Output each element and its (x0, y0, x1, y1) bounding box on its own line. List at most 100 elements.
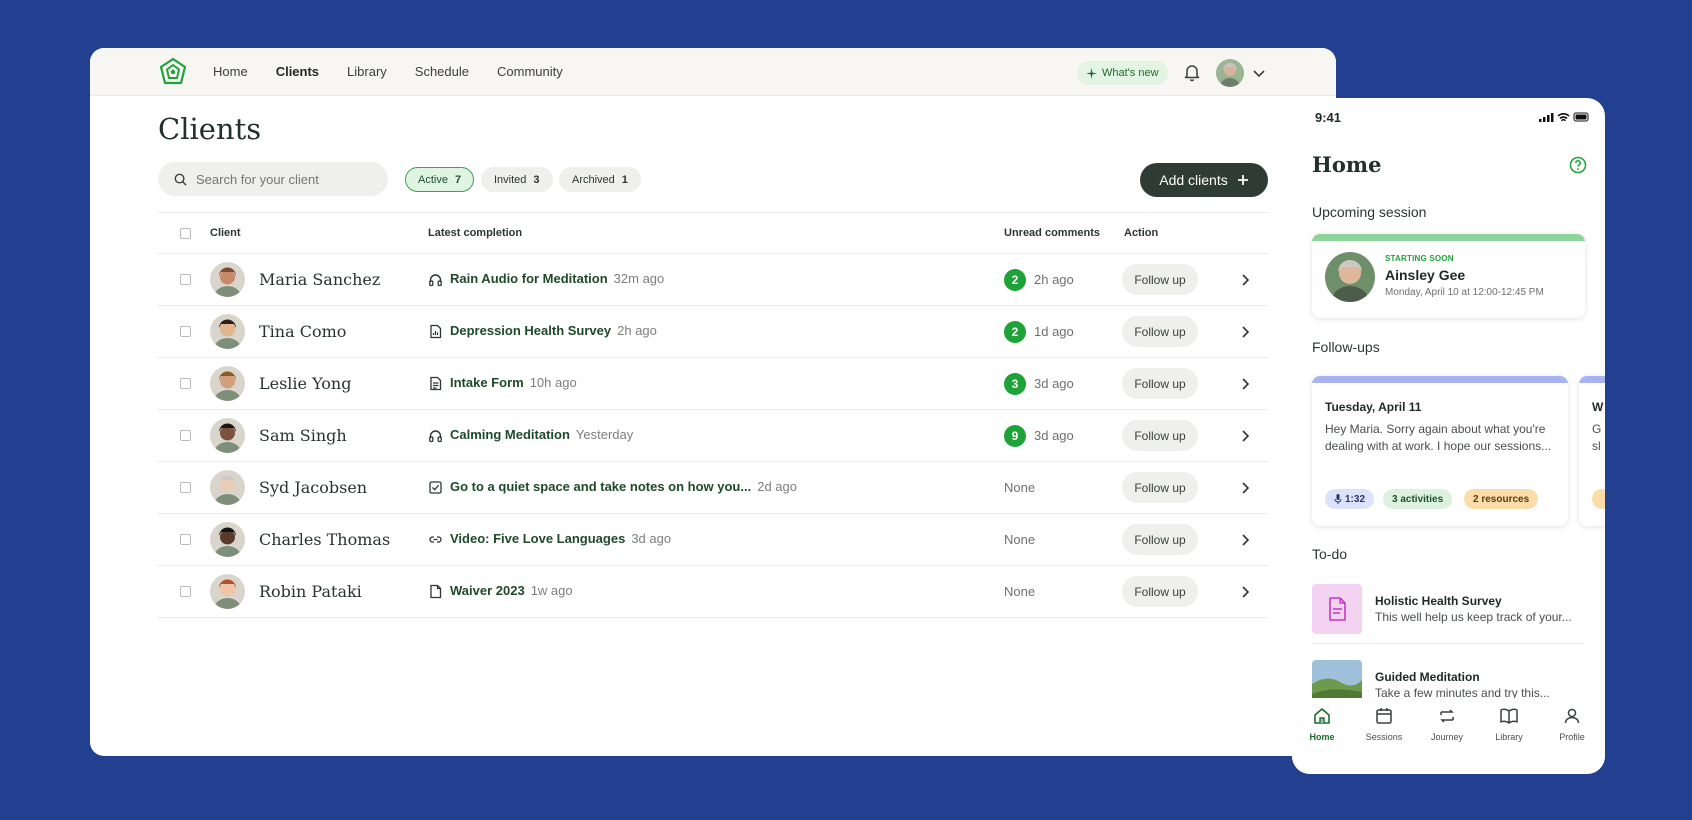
row-checkbox[interactable] (180, 378, 191, 389)
latest-completion[interactable]: Depression Health Survey 2h ago (450, 323, 657, 338)
link-icon (429, 536, 442, 543)
follow-up-button[interactable]: Follow up (1122, 420, 1198, 451)
tab-journey[interactable]: Journey (1417, 706, 1477, 742)
latest-completion[interactable]: Intake Form 10h ago (450, 375, 577, 390)
header-client: Client (210, 227, 241, 239)
filter-count: 3 (533, 173, 540, 186)
latest-completion[interactable]: Rain Audio for Meditation 32m ago (450, 271, 664, 286)
select-all-checkbox[interactable] (180, 228, 191, 239)
chevron-right-icon[interactable] (1238, 585, 1252, 599)
table-row[interactable]: Sam Singh Calming Meditation Yesterday 9 … (158, 410, 1268, 462)
table-row[interactable]: Robin Pataki Waiver 2023 1w ago None Foll… (158, 566, 1268, 618)
latest-completion[interactable]: Waiver 2023 1w ago (450, 583, 573, 598)
home-icon (1314, 708, 1330, 724)
unread-none: None (1004, 584, 1036, 599)
follow-up-button[interactable]: Follow up (1122, 316, 1198, 347)
bottom-tab-bar: Home Sessions Journey Library Profile (1292, 698, 1605, 774)
chevron-right-icon[interactable] (1238, 377, 1252, 391)
client-name[interactable]: Robin Pataki (259, 582, 362, 601)
row-checkbox[interactable] (180, 534, 191, 545)
session-avatar (1325, 252, 1375, 302)
followup-date: W (1592, 400, 1604, 414)
follow-up-button[interactable]: Follow up (1122, 472, 1198, 503)
table-row[interactable]: Syd Jacobsen Go to a quiet space and tak… (158, 462, 1268, 514)
nav-schedule[interactable]: Schedule (415, 64, 469, 79)
followup-bar (1312, 376, 1568, 383)
follow-up-button[interactable]: Follow up (1122, 264, 1198, 295)
follow-up-button[interactable]: Follow up (1122, 368, 1198, 399)
nav-clients[interactable]: Clients (276, 64, 319, 79)
table-row[interactable]: Maria Sanchez Rain Audio for Meditation 3… (158, 254, 1268, 306)
unread-time: 3d ago (1034, 376, 1074, 391)
journey-icon (1440, 709, 1454, 723)
filter-count: 1 (621, 173, 628, 186)
tab-profile[interactable]: Profile (1542, 706, 1602, 742)
client-name[interactable]: Leslie Yong (259, 374, 351, 393)
table-row[interactable]: Leslie Yong Intake Form 10h ago 3 3d ago … (158, 358, 1268, 410)
help-icon[interactable] (1569, 156, 1587, 174)
resources-chip[interactable] (1592, 489, 1605, 509)
filter-invited[interactable]: Invited 3 (481, 167, 553, 192)
client-name[interactable]: Syd Jacobsen (259, 478, 367, 497)
avatar (210, 314, 245, 349)
nav-home[interactable]: Home (213, 64, 248, 79)
followup-card[interactable]: Tuesday, April 11 Hey Maria. Sorry again… (1312, 376, 1568, 526)
logo-icon[interactable] (158, 57, 188, 87)
table-row[interactable]: Tina Como Depression Health Survey 2h ago… (158, 306, 1268, 358)
tab-label: Sessions (1365, 732, 1403, 742)
chevron-right-icon[interactable] (1238, 533, 1252, 547)
add-clients-button[interactable]: Add clients (1140, 163, 1268, 197)
header-latest-completion: Latest completion (428, 227, 523, 239)
chevron-right-icon[interactable] (1238, 429, 1252, 443)
latest-completion[interactable]: Video: Five Love Languages 3d ago (450, 531, 671, 546)
session-bar (1312, 234, 1585, 241)
row-checkbox[interactable] (180, 274, 191, 285)
latest-completion[interactable]: Go to a quiet space and take notes on ho… (450, 479, 797, 494)
avatar (210, 574, 245, 609)
search-input[interactable] (196, 171, 376, 187)
survey-icon (430, 324, 442, 339)
row-checkbox[interactable] (180, 482, 191, 493)
chevron-right-icon[interactable] (1238, 481, 1252, 495)
client-name[interactable]: Tina Como (259, 322, 346, 341)
chevron-down-icon[interactable] (1252, 66, 1266, 80)
tab-home[interactable]: Home (1292, 706, 1352, 742)
unread-count-badge: 3 (1004, 373, 1026, 395)
audio-chip[interactable]: 1:32 (1325, 489, 1375, 509)
activity-time: 2h ago (617, 323, 657, 338)
filter-archived[interactable]: Archived 1 (559, 167, 641, 192)
unread-time: 2h ago (1034, 272, 1074, 287)
nav-community[interactable]: Community (497, 64, 563, 79)
todo-item[interactable]: Holistic Health Survey This well help us… (1312, 584, 1585, 644)
chevron-right-icon[interactable] (1238, 273, 1252, 287)
client-name[interactable]: Sam Singh (259, 426, 347, 445)
search-box[interactable] (158, 162, 388, 196)
followup-card-next[interactable]: W G sl (1579, 376, 1605, 526)
person-icon (1564, 708, 1580, 724)
client-name[interactable]: Maria Sanchez (259, 270, 380, 289)
whats-new-button[interactable]: What's new (1077, 61, 1168, 85)
follow-up-button[interactable]: Follow up (1122, 576, 1198, 607)
session-client-name: Ainsley Gee (1385, 267, 1466, 283)
row-checkbox[interactable] (180, 586, 191, 597)
follow-up-button[interactable]: Follow up (1122, 524, 1198, 555)
tab-library[interactable]: Library (1479, 706, 1539, 742)
latest-completion[interactable]: Calming Meditation Yesterday (450, 427, 633, 442)
bell-icon[interactable] (1182, 62, 1202, 82)
row-checkbox[interactable] (180, 326, 191, 337)
row-checkbox[interactable] (180, 430, 191, 441)
activity-title: Calming Meditation (450, 427, 570, 442)
table-row[interactable]: Charles Thomas Video: Five Love Language… (158, 514, 1268, 566)
header-action: Action (1124, 227, 1159, 239)
chevron-right-icon[interactable] (1238, 325, 1252, 339)
activities-chip[interactable]: 3 activities (1383, 489, 1453, 509)
user-avatar[interactable] (1216, 59, 1244, 87)
client-name[interactable]: Charles Thomas (259, 530, 390, 549)
nav-library[interactable]: Library (347, 64, 387, 79)
activity-time: 2d ago (757, 479, 797, 494)
session-card[interactable]: STARTING SOON Ainsley Gee Monday, April … (1312, 234, 1585, 318)
calendar-icon (1376, 708, 1392, 724)
resources-chip[interactable]: 2 resources (1464, 489, 1539, 509)
tab-sessions[interactable]: Sessions (1354, 706, 1414, 742)
filter-active[interactable]: Active 7 (405, 167, 475, 192)
